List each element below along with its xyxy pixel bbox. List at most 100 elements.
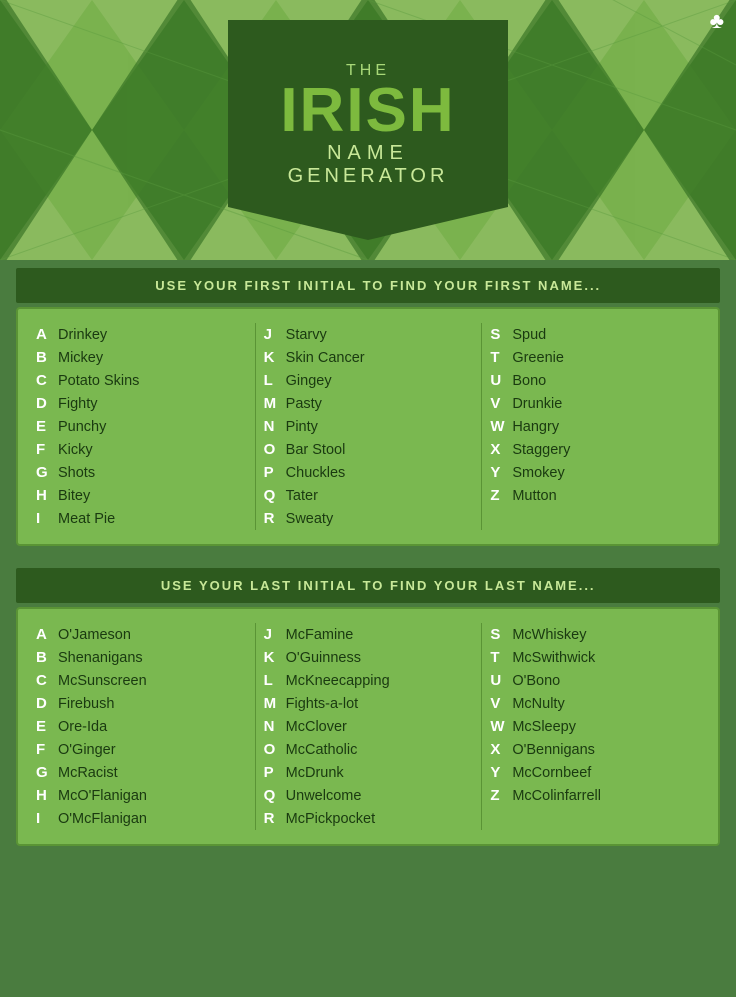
- list-item: FO'Ginger: [36, 738, 247, 761]
- name-letter: M: [264, 395, 286, 412]
- name-letter: W: [490, 418, 512, 435]
- name-letter: O: [264, 441, 286, 458]
- name-letter: I: [36, 810, 58, 827]
- name-value: Sweaty: [286, 511, 334, 527]
- list-item: QTater: [264, 484, 474, 507]
- list-item: JMcFamine: [264, 623, 474, 646]
- name-letter: P: [264, 764, 286, 781]
- name-value: Chuckles: [286, 465, 346, 481]
- section1-content: ADrinkeyBMickeyCPotato SkinsDFightyEPunc…: [16, 307, 720, 546]
- name-letter: Z: [490, 787, 512, 804]
- name-value: McPickpocket: [286, 811, 375, 827]
- name-value: Drinkey: [58, 327, 107, 343]
- name-value: Gingey: [286, 373, 332, 389]
- list-item: MPasty: [264, 392, 474, 415]
- name-letter: B: [36, 649, 58, 666]
- name-letter: T: [490, 349, 512, 366]
- name-value: Smokey: [512, 465, 564, 481]
- list-item: TGreenie: [490, 346, 700, 369]
- name-value: Shenanigans: [58, 650, 143, 666]
- section1-header: 1. USE YOUR FIRST INITIAL TO FIND YOUR F…: [16, 268, 720, 303]
- list-item: QUnwelcome: [264, 784, 474, 807]
- section1-col3: SSpudTGreenieUBonoVDrunkieWHangryXStagge…: [481, 323, 708, 530]
- list-item: GMcRacist: [36, 761, 247, 784]
- name-value: Tater: [286, 488, 318, 504]
- name-letter: G: [36, 464, 58, 481]
- name-letter: P: [264, 464, 286, 481]
- name-letter: O: [264, 741, 286, 758]
- list-item: NMcClover: [264, 715, 474, 738]
- name-letter: K: [264, 349, 286, 366]
- header-generator-text: GENERATOR: [288, 165, 449, 188]
- list-item: OBar Stool: [264, 438, 474, 461]
- list-item: CMcSunscreen: [36, 669, 247, 692]
- name-value: McSleepy: [512, 719, 576, 735]
- list-item: KSkin Cancer: [264, 346, 474, 369]
- section1-title: 1. USE YOUR FIRST INITIAL TO FIND YOUR F…: [135, 278, 601, 293]
- main-content: 1. USE YOUR FIRST INITIAL TO FIND YOUR F…: [0, 260, 736, 866]
- name-letter: N: [264, 718, 286, 735]
- name-value: Fighty: [58, 396, 98, 412]
- name-letter: C: [36, 372, 58, 389]
- header-background: THE IRISH NAME GENERATOR ♣: [0, 0, 736, 260]
- name-value: Fights-a-lot: [286, 696, 359, 712]
- name-letter: X: [490, 741, 512, 758]
- name-value: McKneecapping: [286, 673, 390, 689]
- list-item: FKicky: [36, 438, 247, 461]
- list-item: WMcSleepy: [490, 715, 700, 738]
- section2-header: 2. USE YOUR LAST INITIAL TO FIND YOUR LA…: [16, 568, 720, 603]
- name-letter: J: [264, 326, 286, 343]
- name-value: O'Bono: [512, 673, 560, 689]
- name-letter: N: [264, 418, 286, 435]
- name-letter: S: [490, 626, 512, 643]
- header-banner: THE IRISH NAME GENERATOR: [228, 20, 508, 240]
- list-item: NPinty: [264, 415, 474, 438]
- name-value: O'Guinness: [286, 650, 361, 666]
- name-value: O'Bennigans: [512, 742, 595, 758]
- name-value: McO'Flanigan: [58, 788, 147, 804]
- name-letter: V: [490, 395, 512, 412]
- name-letter: Z: [490, 487, 512, 504]
- name-letter: E: [36, 718, 58, 735]
- list-item: HBitey: [36, 484, 247, 507]
- list-item: DFirebush: [36, 692, 247, 715]
- section2-col3: SMcWhiskeyTMcSwithwickUO'BonoVMcNultyWMc…: [481, 623, 708, 830]
- list-item: BMickey: [36, 346, 247, 369]
- list-item: EPunchy: [36, 415, 247, 438]
- name-letter: F: [36, 441, 58, 458]
- section2-grid: AO'JamesonBShenanigansCMcSunscreenDFireb…: [28, 623, 708, 830]
- name-value: McCatholic: [286, 742, 358, 758]
- name-letter: G: [36, 764, 58, 781]
- name-letter: L: [264, 672, 286, 689]
- name-value: Punchy: [58, 419, 106, 435]
- name-value: Firebush: [58, 696, 114, 712]
- name-letter: E: [36, 418, 58, 435]
- name-value: Shots: [58, 465, 95, 481]
- name-letter: F: [36, 741, 58, 758]
- name-value: Unwelcome: [286, 788, 362, 804]
- name-value: Mickey: [58, 350, 103, 366]
- name-letter: U: [490, 372, 512, 389]
- name-value: Greenie: [512, 350, 564, 366]
- list-item: PChuckles: [264, 461, 474, 484]
- name-value: Mutton: [512, 488, 556, 504]
- name-value: Skin Cancer: [286, 350, 365, 366]
- name-value: McRacist: [58, 765, 118, 781]
- name-letter: Y: [490, 764, 512, 781]
- list-item: HMcO'Flanigan: [36, 784, 247, 807]
- list-item: YMcCornbeef: [490, 761, 700, 784]
- name-value: Meat Pie: [58, 511, 115, 527]
- name-letter: R: [264, 810, 286, 827]
- name-value: Pasty: [286, 396, 322, 412]
- section2-title: 2. USE YOUR LAST INITIAL TO FIND YOUR LA…: [140, 578, 595, 593]
- name-letter: X: [490, 441, 512, 458]
- list-item: UBono: [490, 369, 700, 392]
- list-item: VDrunkie: [490, 392, 700, 415]
- name-value: Bar Stool: [286, 442, 346, 458]
- section1-col2: JStarvyKSkin CancerLGingeyMPastyNPintyOB…: [255, 323, 482, 530]
- name-value: Hangry: [512, 419, 559, 435]
- list-item: RSweaty: [264, 507, 474, 530]
- section2-content: AO'JamesonBShenanigansCMcSunscreenDFireb…: [16, 607, 720, 846]
- list-item: VMcNulty: [490, 692, 700, 715]
- list-item: OMcCatholic: [264, 738, 474, 761]
